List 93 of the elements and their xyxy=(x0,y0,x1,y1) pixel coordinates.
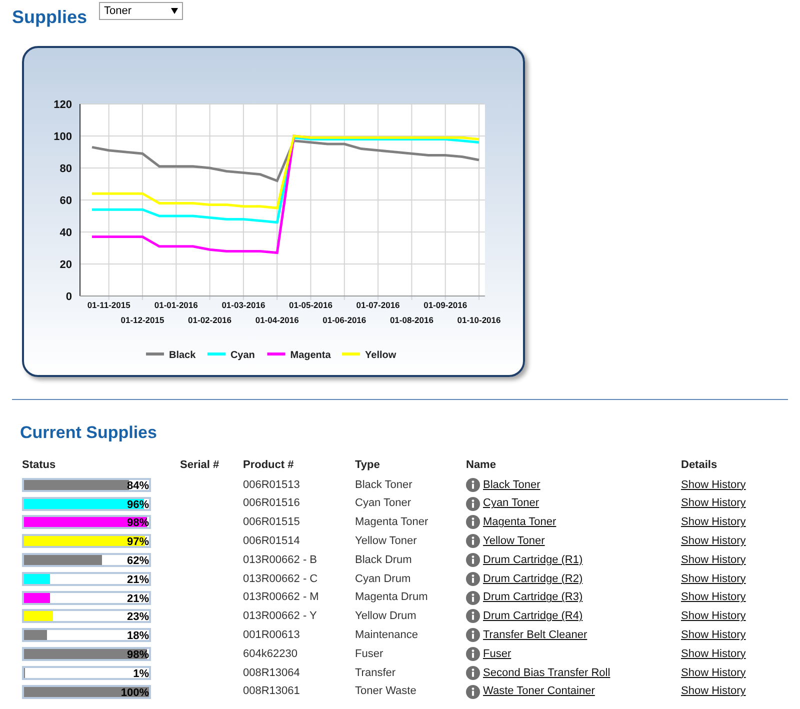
product-number: 006R01513 xyxy=(243,478,300,491)
supply-name-link[interactable]: Drum Cartridge (R3) xyxy=(483,589,583,606)
show-history-link[interactable]: Show History xyxy=(681,591,746,604)
y-tick-label: 60 xyxy=(60,195,72,207)
legend-label: Yellow xyxy=(365,350,396,361)
percent-label: 23% xyxy=(126,610,149,624)
percent-label: 1% xyxy=(133,666,149,681)
product-number: 604k62230 xyxy=(243,648,298,660)
legend-item[interactable]: Yellow xyxy=(342,350,396,361)
supply-name-link[interactable]: Drum Cartridge (R1) xyxy=(483,552,583,568)
product-number: 006R01514 xyxy=(243,535,300,548)
page-title: Supplies xyxy=(12,8,88,26)
supply-type: Yellow Drum xyxy=(355,610,416,622)
percent-label: 21% xyxy=(126,592,149,606)
dropdown-value: Toner xyxy=(104,4,132,19)
y-tick-label: 0 xyxy=(66,291,72,303)
percent-label: 100% xyxy=(120,686,149,700)
show-history-link[interactable]: Show History xyxy=(681,478,746,491)
supply-type: Black Toner xyxy=(355,478,412,491)
supply-type: Toner Waste xyxy=(355,685,416,698)
supply-name-link[interactable]: Waste Toner Container xyxy=(483,683,595,700)
x-tick-label: 01-01-2016 xyxy=(154,300,198,310)
product-number: 013R00662 - Y xyxy=(243,610,317,622)
x-tick-label: 01-06-2016 xyxy=(322,315,366,325)
supply-type: Black Drum xyxy=(355,554,412,566)
y-tick-label: 40 xyxy=(60,227,72,239)
supply-name-link[interactable]: Fuser xyxy=(483,646,512,662)
x-tick-label: 01-11-2015 xyxy=(87,300,130,310)
y-tick-label: 100 xyxy=(54,131,72,143)
percent-label: 62% xyxy=(126,554,149,568)
supply-name-link[interactable]: Drum Cartridge (R2) xyxy=(483,570,583,588)
supply-type: Maintenance xyxy=(355,629,418,642)
y-tick-label: 120 xyxy=(54,99,72,111)
x-tick-label: 01-05-2016 xyxy=(289,300,332,310)
show-history-link[interactable]: Show History xyxy=(681,629,746,642)
show-history-link[interactable]: Show History xyxy=(681,554,746,566)
product-number: 008R13064 xyxy=(243,666,300,679)
supply-type: Magenta Toner xyxy=(355,516,428,528)
percent-label: 84% xyxy=(126,478,149,493)
product-number: 008R13061 xyxy=(243,685,300,698)
legend-item[interactable]: Black xyxy=(146,350,196,361)
x-tick-label: 01-08-2016 xyxy=(390,315,434,325)
column-header: Product # xyxy=(243,457,355,476)
y-tick-label: 80 xyxy=(60,163,72,175)
x-tick-label: 01-03-2016 xyxy=(222,300,266,310)
product-number: 013R00662 - M xyxy=(243,591,319,604)
legend-label: Magenta xyxy=(290,350,332,361)
supply-name-link[interactable]: Transfer Belt Cleaner xyxy=(483,627,588,644)
column-header: Name xyxy=(466,458,497,473)
product-number: 001R00613 xyxy=(243,629,300,642)
supply-type-dropdown[interactable]: Toner xyxy=(99,2,184,20)
supply-type: Cyan Drum xyxy=(355,572,411,585)
show-history-link[interactable]: Show History xyxy=(681,572,746,585)
section-title: Current Supplies xyxy=(20,424,158,441)
product-number: 006R01515 xyxy=(243,516,300,528)
column-header: Serial # xyxy=(180,458,220,473)
supply-type: Cyan Toner xyxy=(355,497,412,510)
x-tick-label: 01-10-2016 xyxy=(457,315,501,325)
show-history-link[interactable]: Show History xyxy=(681,497,746,510)
supply-type: Magenta Drum xyxy=(355,591,428,604)
supply-name-link[interactable]: Drum Cartridge (R4) xyxy=(483,608,583,625)
legend-label: Black xyxy=(169,350,196,361)
x-tick-label: 01-07-2016 xyxy=(356,300,400,310)
supply-name-link[interactable]: Yellow Toner xyxy=(483,533,545,550)
column-header: Details xyxy=(681,458,718,473)
legend-item[interactable]: Magenta xyxy=(267,350,331,361)
supply-name-link[interactable]: Magenta Toner xyxy=(483,514,556,531)
supply-name-link[interactable]: Cyan Toner xyxy=(483,495,540,512)
show-history-link[interactable]: Show History xyxy=(681,535,746,548)
product-number: 013R00662 - C xyxy=(243,572,318,585)
show-history-link[interactable]: Show History xyxy=(681,610,746,622)
product-number: 006R01516 xyxy=(243,497,300,510)
percent-label: 21% xyxy=(126,572,149,587)
y-tick-label: 20 xyxy=(60,259,72,271)
supply-type: Transfer xyxy=(355,666,396,679)
supply-type: Yellow Toner xyxy=(355,535,417,548)
supply-name-link[interactable]: Second Bias Transfer Roll xyxy=(483,664,610,682)
x-tick-label: 01-09-2016 xyxy=(424,300,468,310)
show-history-link[interactable]: Show History xyxy=(681,648,746,660)
x-tick-label: 01-04-2016 xyxy=(255,315,299,325)
percent-label: 18% xyxy=(126,629,149,644)
column-header: Status xyxy=(22,457,180,476)
supply-name-link[interactable]: Black Toner xyxy=(483,476,540,494)
product-number: 013R00662 - B xyxy=(243,554,317,566)
legend-label: Cyan xyxy=(230,350,255,361)
show-history-link[interactable]: Show History xyxy=(681,685,746,698)
column-header: Type xyxy=(355,458,381,473)
show-history-link[interactable]: Show History xyxy=(681,516,746,528)
legend-item[interactable]: Cyan xyxy=(207,350,255,361)
supply-type: Fuser xyxy=(355,648,384,660)
show-history-link[interactable]: Show History xyxy=(681,666,746,679)
x-tick-label: 01-12-2015 xyxy=(120,315,164,325)
x-tick-label: 01-02-2016 xyxy=(188,315,232,325)
